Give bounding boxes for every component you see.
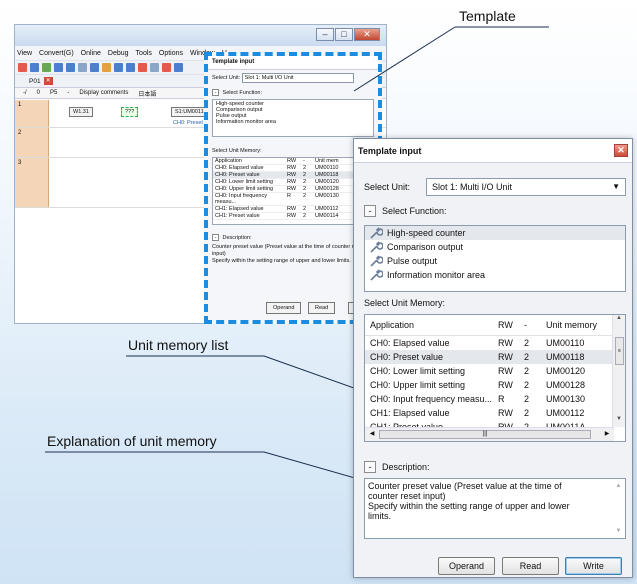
write-button[interactable]: Write [565, 557, 622, 575]
callout-unit-memory-list: Unit memory list [128, 337, 229, 353]
function-label: Comparison output [387, 242, 464, 252]
cell-rw: RW [498, 338, 513, 348]
wrench-icon [370, 269, 383, 281]
table-row[interactable]: CH0: Lower limit setting RW 2 UM00120 [365, 364, 625, 378]
description-line: limits. [368, 511, 391, 521]
wrench-icon [370, 255, 383, 267]
unit-select-value: Slot 1: Multi I/O Unit [432, 182, 513, 192]
description-collapse-button[interactable]: - [364, 461, 376, 473]
function-list: High-speed counter Comparison output Pul… [364, 225, 626, 292]
horizontal-scroll-thumb[interactable]: ||| [379, 430, 591, 439]
scroll-up-icon[interactable]: ▲ [613, 315, 625, 326]
scroll-left-icon[interactable]: ◀ [367, 430, 377, 439]
horizontal-scrollbar[interactable]: ◀ ||| ▶ [365, 427, 614, 441]
scroll-thumb[interactable]: ≡ [615, 337, 624, 365]
scroll-down-icon[interactable]: ▼ [612, 526, 625, 536]
vertical-scrollbar[interactable]: ▲ ≡ ▼ [612, 315, 625, 427]
table-header: Application RW - Unit memory [365, 315, 625, 336]
description-scrollbar[interactable]: ▲ ▼ [612, 479, 625, 538]
cell-unit-memory: UM00128 [546, 380, 586, 390]
col-unit-memory[interactable]: Unit memory [546, 320, 608, 330]
table-row[interactable]: CH0: Upper limit setting RW 2 UM00128 [365, 378, 625, 392]
select-memory-label: Select Unit Memory: [364, 298, 446, 308]
cell-size: 2 [524, 338, 530, 348]
table-row[interactable]: CH0: Input frequency measu... R 2 UM00130 [365, 392, 625, 406]
callout-explanation: Explanation of unit memory [47, 433, 217, 449]
col-rw[interactable]: RW [498, 320, 524, 330]
function-item-selected[interactable]: High-speed counter [365, 226, 625, 240]
function-item[interactable]: Pulse output [365, 254, 625, 268]
cell-application: CH0: Input frequency measu... [370, 394, 493, 404]
unit-memory-table: Application RW - Unit memory CH0: Elapse… [364, 314, 626, 442]
cell-application: CH1: Elapsed value [370, 408, 450, 418]
table-row[interactable]: CH0: Elapsed value RW 2 UM00110 [365, 336, 625, 350]
select-unit-label: Select Unit: [364, 182, 411, 192]
col-size[interactable]: - [524, 320, 546, 330]
write-button-label: Write [583, 561, 604, 571]
function-label: High-speed counter [387, 228, 466, 238]
wrench-icon [370, 241, 383, 253]
description-line: counter reset input) [368, 491, 446, 501]
cell-unit-memory: UM00120 [546, 366, 586, 376]
cell-rw: RW [498, 380, 513, 390]
description-label: Description: [382, 462, 430, 472]
cell-size: 2 [524, 380, 530, 390]
dialog-title: Template input [358, 146, 422, 156]
cell-size: 2 [524, 352, 530, 362]
description-line: Specify within the setting range of uppe… [368, 501, 570, 511]
wrench-icon [370, 227, 383, 239]
description-line: Counter preset value (Preset value at th… [368, 481, 562, 491]
table-row[interactable]: CH1: Elapsed value RW 2 UM00112 [365, 406, 625, 420]
cell-unit-memory: UM00118 [546, 352, 585, 362]
cell-unit-memory: UM00112 [546, 408, 585, 418]
col-application[interactable]: Application [365, 320, 498, 330]
cell-application: CH0: Upper limit setting [370, 380, 466, 390]
cell-rw: R [498, 394, 505, 404]
cell-application: CH0: Preset value [370, 352, 444, 362]
scroll-up-icon[interactable]: ▲ [612, 481, 625, 491]
dropdown-arrow-icon[interactable]: ▼ [612, 182, 620, 191]
cell-unit-memory: UM00110 [546, 338, 585, 348]
function-label: Pulse output [387, 256, 438, 266]
unit-select[interactable]: Slot 1: Multi I/O Unit ▼ [426, 178, 626, 196]
cell-rw: RW [498, 352, 513, 362]
function-collapse-button[interactable]: - [364, 205, 376, 217]
cell-rw: RW [498, 408, 513, 418]
select-function-label: Select Function: [382, 206, 447, 216]
callout-template: Template [459, 8, 516, 24]
close-icon[interactable]: ✕ [614, 144, 628, 157]
cell-size: 2 [524, 366, 530, 376]
leader-template [353, 26, 456, 92]
cell-unit-memory: UM00130 [546, 394, 586, 404]
read-button[interactable]: Read [502, 557, 559, 575]
cell-size: 2 [524, 408, 530, 418]
table-row-selected[interactable]: CH0: Preset value RW 2 UM00118 [365, 350, 625, 364]
scroll-right-icon[interactable]: ▶ [602, 430, 612, 439]
function-label: Information monitor area [387, 270, 486, 280]
function-item[interactable]: Comparison output [365, 240, 625, 254]
template-input-dialog: Template input ✕ Select Unit: Slot 1: Mu… [353, 138, 633, 578]
cell-application: CH0: Elapsed value [370, 338, 450, 348]
scroll-down-icon[interactable]: ▼ [613, 416, 625, 427]
operand-button-label: Operand [448, 561, 485, 571]
description-box: Counter preset value (Preset value at th… [364, 478, 626, 539]
read-button-label: Read [519, 561, 542, 571]
dialog-titlebar: Template input ✕ [354, 139, 632, 163]
cell-size: 2 [524, 394, 530, 404]
operand-button[interactable]: Operand [438, 557, 495, 575]
cell-rw: RW [498, 366, 513, 376]
function-item[interactable]: Information monitor area [365, 268, 625, 282]
cell-application: CH0: Lower limit setting [370, 366, 466, 376]
